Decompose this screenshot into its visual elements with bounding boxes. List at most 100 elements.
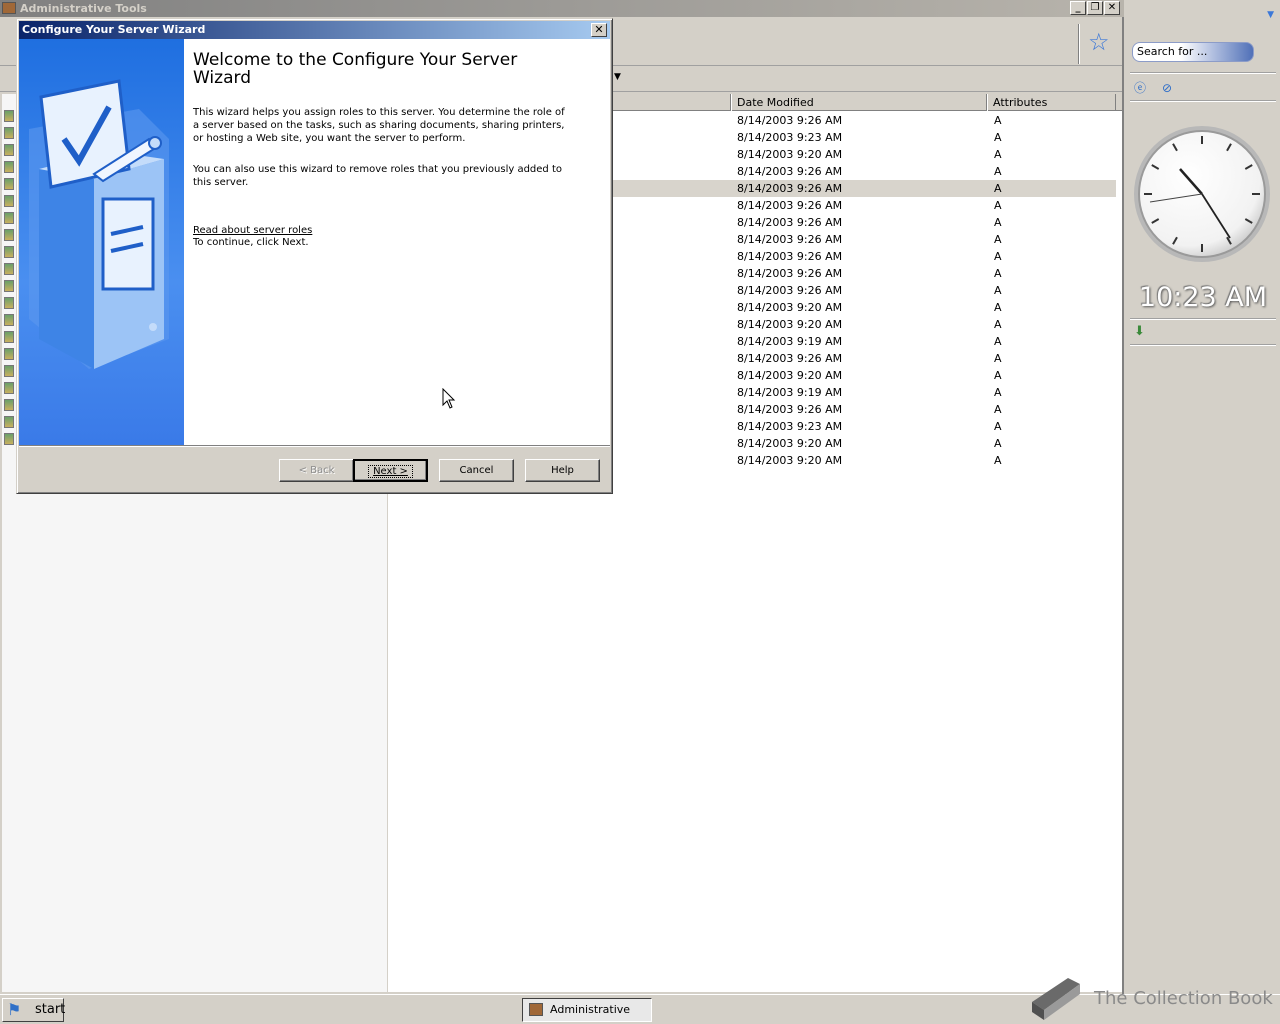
- watermark: The Collection Book: [1028, 972, 1280, 1024]
- sidebar: ▼ Search for ... ⓔ ⊘ 10:23 AM ⬇: [1126, 0, 1280, 994]
- attributes-cell: A: [994, 301, 1002, 314]
- date-modified-cell: 8/14/2003 9:20 AM: [737, 369, 843, 382]
- date-modified-cell: 8/14/2003 9:20 AM: [737, 454, 843, 467]
- watermark-text: The Collection Book: [1094, 988, 1273, 1009]
- wizard-divider: [19, 445, 610, 447]
- restore-button[interactable]: ❐: [1087, 1, 1103, 15]
- file-icon[interactable]: [4, 365, 14, 377]
- wizard-intro-text: This wizard helps you assign roles to th…: [193, 107, 565, 144]
- file-icon[interactable]: [4, 297, 14, 309]
- taskbar-item-label: Administrative Tool: [550, 1003, 631, 1016]
- file-icon[interactable]: [4, 348, 14, 360]
- attributes-cell: A: [994, 369, 1002, 382]
- wizard-continue-text: To continue, click Next.: [193, 237, 309, 248]
- date-modified-cell: 8/14/2003 9:20 AM: [737, 148, 843, 161]
- date-modified-cell: 8/14/2003 9:26 AM: [737, 114, 843, 127]
- windows-logo-icon: ⚑: [7, 1000, 22, 1019]
- file-icon[interactable]: [4, 416, 14, 428]
- date-modified-cell: 8/14/2003 9:26 AM: [737, 199, 843, 212]
- cancel-button[interactable]: Cancel: [439, 459, 514, 482]
- wizard-heading: Welcome to the Configure Your Server Wiz…: [193, 50, 518, 88]
- sidebar-divider: [1130, 100, 1276, 102]
- search-input[interactable]: Search for ...: [1132, 42, 1254, 62]
- read-about-server-roles-link[interactable]: Read about server roles: [193, 225, 312, 236]
- file-icon[interactable]: [4, 212, 14, 224]
- start-button[interactable]: ⚑ start: [2, 998, 65, 1022]
- date-modified-cell: 8/14/2003 9:19 AM: [737, 335, 843, 348]
- date-modified-cell: 8/14/2003 9:26 AM: [737, 250, 843, 263]
- date-modified-cell: 8/14/2003 9:26 AM: [737, 267, 843, 280]
- file-icon[interactable]: [4, 178, 14, 190]
- taskbar-item-admin-tools[interactable]: Administrative Tool: [522, 998, 652, 1022]
- back-button[interactable]: < Back: [279, 459, 354, 482]
- clock-time-text: 10:23 AM: [1138, 282, 1268, 313]
- file-icon[interactable]: [4, 433, 14, 445]
- attributes-cell: A: [994, 335, 1002, 348]
- wizard-remove-roles-text: You can also use this wizard to remove r…: [193, 164, 562, 188]
- file-icon[interactable]: [4, 382, 14, 394]
- attributes-cell: A: [994, 182, 1002, 195]
- book-logo-icon: [1032, 978, 1080, 1020]
- help-button[interactable]: Help: [525, 459, 600, 482]
- date-modified-cell: 8/14/2003 9:26 AM: [737, 284, 843, 297]
- server-checkmark-icon: [29, 79, 169, 369]
- attributes-cell: A: [994, 386, 1002, 399]
- file-icon[interactable]: [4, 195, 14, 207]
- column-header-date-modified[interactable]: Date Modified: [731, 94, 987, 111]
- dropdown-arrow-icon[interactable]: ▼: [614, 72, 621, 82]
- admin-tools-icon: [529, 1003, 543, 1016]
- date-modified-cell: 8/14/2003 9:20 AM: [737, 437, 843, 450]
- column-header-attributes[interactable]: Attributes: [987, 94, 1116, 111]
- file-icon[interactable]: [4, 127, 14, 139]
- date-modified-cell: 8/14/2003 9:20 AM: [737, 301, 843, 314]
- explorer-title: Administrative Tools: [20, 2, 147, 15]
- date-modified-cell: 8/14/2003 9:26 AM: [737, 216, 843, 229]
- file-icon[interactable]: [4, 246, 14, 258]
- file-icon[interactable]: [4, 314, 14, 326]
- date-modified-cell: 8/14/2003 9:23 AM: [737, 420, 843, 433]
- minimize-button[interactable]: _: [1070, 1, 1086, 15]
- attributes-cell: A: [994, 165, 1002, 178]
- attributes-cell: A: [994, 403, 1002, 416]
- configure-server-wizard-dialog: Configure Your Server Wizard ✕ Welcome t…: [16, 18, 613, 494]
- file-icon[interactable]: [4, 399, 14, 411]
- attributes-cell: A: [994, 199, 1002, 212]
- attributes-cell: A: [994, 284, 1002, 297]
- next-button[interactable]: Next >: [353, 459, 428, 482]
- dialog-titlebar[interactable]: Configure Your Server Wizard ✕: [19, 21, 610, 39]
- date-modified-cell: 8/14/2003 9:23 AM: [737, 131, 843, 144]
- dialog-close-button[interactable]: ✕: [591, 23, 607, 37]
- date-modified-cell: 8/14/2003 9:19 AM: [737, 386, 843, 399]
- date-modified-cell: 8/14/2003 9:26 AM: [737, 233, 843, 246]
- attributes-cell: A: [994, 437, 1002, 450]
- file-icon[interactable]: [4, 144, 14, 156]
- document-icon[interactable]: ⊘: [1159, 80, 1175, 96]
- date-modified-cell: 8/14/2003 9:26 AM: [737, 165, 843, 178]
- favorites-star-icon[interactable]: ☆: [1088, 28, 1110, 56]
- ie-icon[interactable]: ⓔ: [1132, 80, 1148, 96]
- file-icon[interactable]: [4, 229, 14, 241]
- attributes-cell: A: [994, 267, 1002, 280]
- explorer-titlebar[interactable]: Administrative Tools _ ❐ ✕: [0, 0, 1124, 17]
- download-icon[interactable]: ⬇: [1134, 324, 1145, 339]
- attributes-cell: A: [994, 216, 1002, 229]
- file-icon[interactable]: [4, 161, 14, 173]
- close-button[interactable]: ✕: [1104, 1, 1120, 15]
- wizard-content-panel: Welcome to the Configure Your Server Wiz…: [184, 39, 610, 445]
- file-icon[interactable]: [4, 110, 14, 122]
- attributes-cell: A: [994, 233, 1002, 246]
- file-icon[interactable]: [4, 331, 14, 343]
- date-modified-cell: 8/14/2003 9:26 AM: [737, 352, 843, 365]
- attributes-cell: A: [994, 420, 1002, 433]
- dialog-title: Configure Your Server Wizard: [22, 23, 206, 36]
- attributes-cell: A: [994, 318, 1002, 331]
- file-icon[interactable]: [4, 280, 14, 292]
- date-modified-cell: 8/14/2003 9:26 AM: [737, 403, 843, 416]
- mouse-cursor-icon: [442, 388, 456, 409]
- chevron-down-icon[interactable]: ▼: [1267, 10, 1274, 20]
- file-icon[interactable]: [4, 263, 14, 275]
- wizard-banner-image: [19, 39, 184, 445]
- admin-tools-icon: [2, 2, 16, 14]
- attributes-cell: A: [994, 454, 1002, 467]
- attributes-cell: A: [994, 250, 1002, 263]
